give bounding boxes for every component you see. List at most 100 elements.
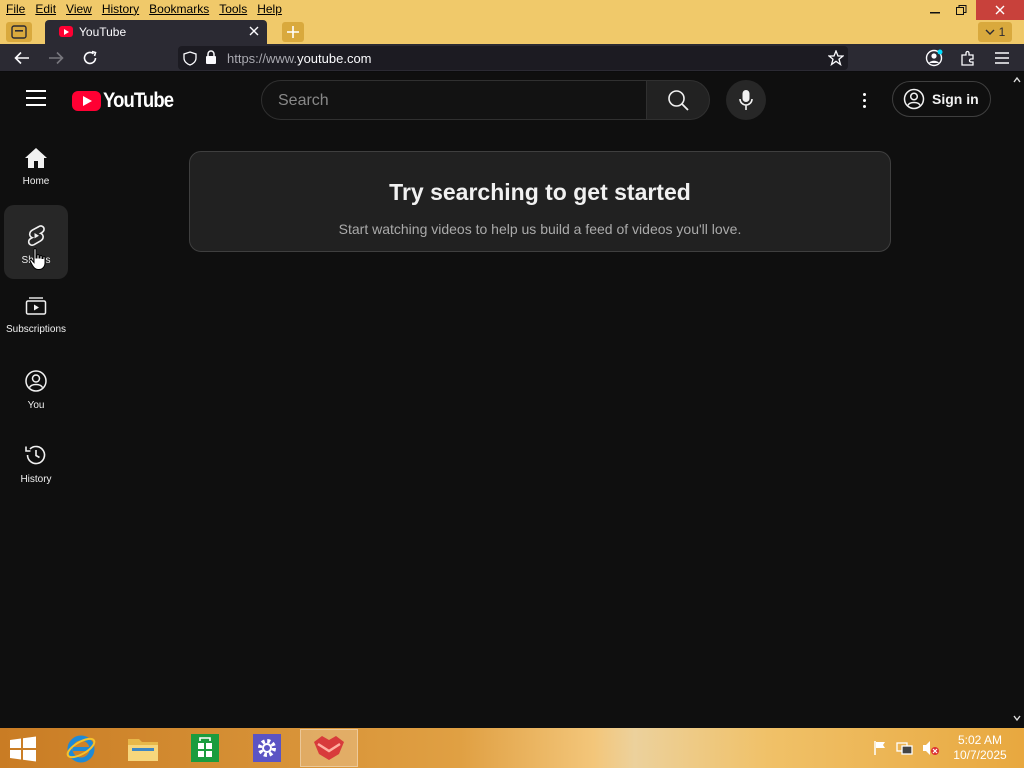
prompt-title: Try searching to get started (389, 179, 691, 205)
hand-cursor-icon (29, 248, 46, 270)
network-icon[interactable] (896, 740, 914, 756)
menu-view[interactable]: View (66, 2, 92, 16)
gear-icon (253, 734, 281, 762)
guide-label-history: History (20, 474, 52, 485)
history-icon (25, 445, 46, 465)
hamburger-line (26, 104, 46, 106)
kebab-dot (862, 104, 866, 108)
close-window-button[interactable] (976, 0, 1024, 20)
sign-in-label: Sign in (932, 91, 979, 107)
plus-icon (287, 26, 299, 38)
windows-logo-icon (10, 736, 36, 762)
guide-label-you: You (27, 400, 45, 411)
reload-button[interactable] (78, 48, 102, 68)
taskbar-internet-explorer[interactable] (52, 729, 110, 767)
guide-item-history[interactable]: History (4, 424, 68, 498)
scroll-up-arrow-icon[interactable] (1013, 76, 1021, 84)
account-icon (925, 49, 943, 67)
bookmark-star-icon[interactable] (828, 50, 844, 66)
volume-muted-icon[interactable] (922, 740, 940, 756)
menu-help[interactable]: Help (257, 2, 282, 16)
voice-search-button[interactable] (726, 80, 766, 120)
settings-menu-button[interactable] (852, 88, 876, 112)
tab-close-button[interactable] (249, 23, 259, 39)
guide-item-subscriptions[interactable]: Subscriptions (4, 276, 68, 350)
restore-icon (955, 4, 966, 15)
url-bar[interactable]: https://www.youtube.com (178, 46, 848, 70)
guide-item-you[interactable]: You (4, 350, 68, 424)
sign-in-button[interactable]: Sign in (892, 81, 991, 117)
menu-bar: File Edit View History Bookmarks Tools H… (0, 0, 1024, 20)
taskbar-firefox[interactable] (300, 729, 358, 767)
url-prefix: https://www. (227, 51, 298, 66)
search-placeholder: Search (278, 92, 329, 109)
guide-label-subscriptions: Subscriptions (5, 324, 67, 335)
youtube-play-icon (72, 91, 101, 111)
list-all-tabs-button[interactable]: 1 (978, 22, 1012, 42)
system-tray (872, 740, 940, 756)
kebab-dot (862, 92, 866, 96)
app-menu-button[interactable] (990, 48, 1014, 68)
tab-list-icon (11, 25, 27, 39)
menu-history[interactable]: History (102, 2, 139, 16)
clock-time: 5:02 AM (957, 733, 1003, 747)
shield-icon[interactable] (183, 51, 197, 66)
menu-edit[interactable]: Edit (35, 2, 56, 16)
extensions-button[interactable] (956, 48, 980, 68)
navigation-bar: https://www.youtube.com (0, 44, 1024, 72)
tab-bar: YouTube 1 (0, 20, 1024, 44)
new-tab-button[interactable] (282, 22, 304, 42)
subscriptions-icon (25, 297, 47, 315)
youtube-favicon-icon (59, 26, 73, 37)
restore-button[interactable] (946, 0, 976, 20)
menu-file[interactable]: File (6, 2, 25, 16)
url-text[interactable]: https://www.youtube.com (227, 51, 372, 66)
reload-icon (83, 50, 97, 65)
menu-items: File Edit View History Bookmarks Tools H… (6, 2, 292, 16)
taskbar-store[interactable] (176, 729, 234, 767)
hamburger-line (26, 97, 46, 99)
close-icon (249, 26, 259, 36)
microphone-icon (739, 90, 753, 110)
puzzle-icon (961, 50, 974, 66)
hamburger-menu-icon (995, 52, 1009, 64)
arrow-left-icon (14, 51, 29, 65)
account-button[interactable] (922, 48, 946, 68)
menu-bookmarks[interactable]: Bookmarks (149, 2, 209, 16)
guide-label-home: Home (22, 176, 50, 187)
tab-title: YouTube (79, 25, 127, 39)
action-center-flag-icon[interactable] (872, 740, 888, 756)
close-icon (995, 5, 1005, 15)
guide-item-home[interactable]: Home (4, 128, 68, 202)
scroll-down-arrow-icon[interactable] (1013, 714, 1021, 722)
guide-menu-button[interactable] (26, 90, 46, 106)
url-domain: youtube.com (297, 51, 372, 66)
back-button[interactable] (10, 48, 34, 68)
kebab-dot (862, 98, 866, 102)
tab-youtube[interactable]: YouTube (45, 20, 267, 44)
taskbar: 5:02 AM 10/7/2025 (0, 728, 1024, 768)
account-circle-icon (903, 88, 925, 110)
youtube-logo[interactable]: YouTube (72, 89, 183, 113)
menu-tools[interactable]: Tools (219, 2, 247, 16)
tab-list-button[interactable] (6, 22, 32, 42)
start-button[interactable] (8, 736, 40, 762)
lock-icon[interactable] (205, 50, 217, 65)
store-icon (191, 734, 219, 762)
empty-feed-prompt: Try searching to get started Start watch… (189, 151, 891, 252)
search-input[interactable]: Search (261, 80, 647, 120)
taskbar-settings[interactable] (238, 729, 296, 767)
internet-explorer-icon (66, 735, 96, 763)
youtube-header: YouTube Search Sign in (0, 72, 1012, 128)
shorts-icon (27, 225, 45, 246)
search-button[interactable] (646, 80, 710, 120)
home-icon (25, 148, 47, 168)
folder-icon (128, 739, 158, 761)
youtube-wordmark: YouTube (103, 89, 174, 112)
taskbar-file-explorer[interactable] (114, 729, 172, 767)
chevron-down-icon (985, 29, 995, 35)
arrow-right-icon (49, 51, 64, 65)
hamburger-line (26, 90, 46, 92)
taskbar-clock[interactable]: 5:02 AM 10/7/2025 (948, 733, 1012, 763)
forward-button[interactable] (44, 48, 68, 68)
